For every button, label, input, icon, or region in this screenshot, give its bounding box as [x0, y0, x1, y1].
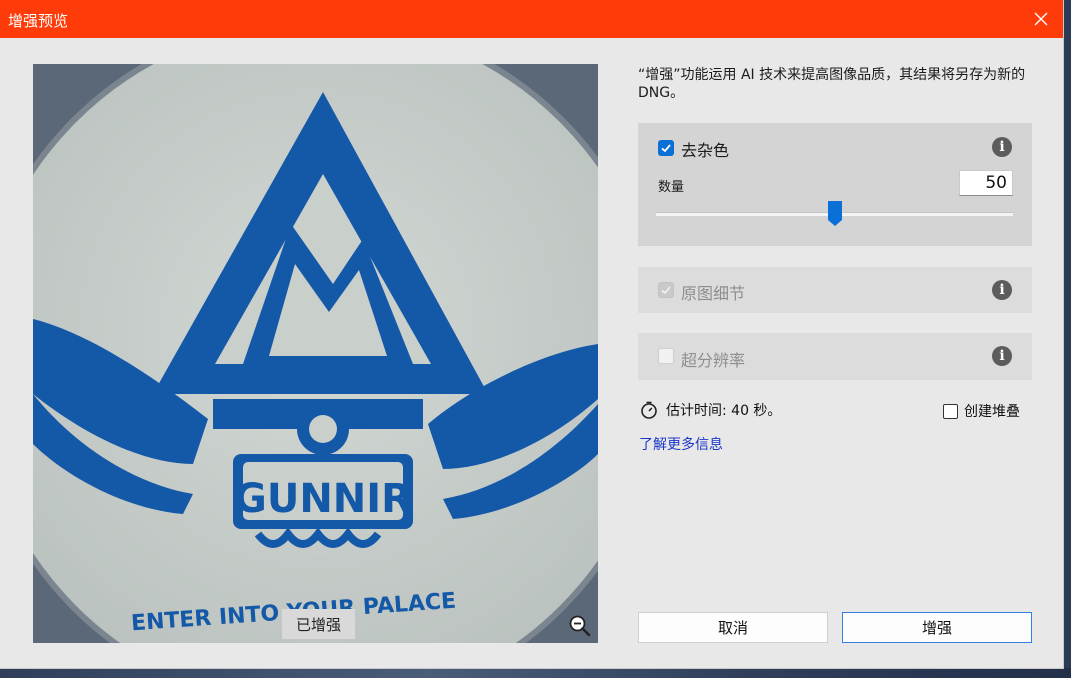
zoom-out-icon	[569, 615, 591, 637]
image-preview[interactable]: GUNNIR ENTER INTO YOUR PALACE 已增强	[33, 64, 598, 643]
raw-details-label: 原图细节	[681, 284, 746, 303]
enhance-preview-dialog: 增强预览 GUNNIR ENTER INTO PALACE 已增强 “增强”功能…	[0, 0, 1063, 668]
create-stack-option[interactable]: 创建堆叠	[943, 401, 1020, 421]
background-strip	[0, 668, 1071, 678]
close-icon	[1034, 12, 1048, 26]
zoom-out-button[interactable]	[568, 614, 592, 638]
denoise-label: 去杂色	[681, 141, 730, 160]
raw-details-checkbox[interactable]	[658, 282, 674, 298]
denoise-checkbox[interactable]	[658, 140, 674, 156]
super-resolution-checkbox[interactable]	[658, 348, 674, 364]
estimated-time-text: 估计时间: 40 秒。	[666, 403, 782, 419]
close-button[interactable]	[1019, 0, 1063, 38]
create-stack-checkbox[interactable]	[943, 403, 958, 419]
denoise-panel: 去杂色 i 数量 50	[638, 123, 1032, 246]
info-icon[interactable]: i	[992, 280, 1012, 300]
estimated-time: 估计时间: 40 秒。	[640, 400, 781, 420]
checkmark-icon	[661, 144, 671, 153]
amount-label: 数量	[658, 180, 685, 195]
raw-details-panel: 原图细节 i	[638, 267, 1032, 313]
amount-input[interactable]: 50	[959, 170, 1013, 196]
info-icon[interactable]: i	[992, 137, 1012, 157]
enhance-button[interactable]: 增强	[842, 612, 1032, 643]
dialog-title: 增强预览	[8, 12, 69, 30]
learn-more-link[interactable]: 了解更多信息	[639, 434, 723, 454]
logo-word: GUNNIR	[234, 476, 412, 522]
feature-description: “增强”功能运用 AI 技术来提高图像品质，其结果将另存为新的 DNG。	[638, 67, 1026, 101]
create-stack-label: 创建堆叠	[964, 404, 1020, 420]
super-resolution-label: 超分辨率	[681, 351, 746, 370]
checkmark-icon	[661, 286, 671, 295]
stopwatch-icon	[641, 401, 657, 419]
info-icon[interactable]: i	[992, 346, 1012, 366]
super-resolution-panel: 超分辨率 i	[638, 333, 1032, 380]
cancel-button[interactable]: 取消	[638, 612, 828, 643]
preview-image: GUNNIR ENTER INTO YOUR PALACE	[33, 64, 598, 643]
title-bar: 增强预览	[0, 0, 1063, 38]
amount-slider-thumb[interactable]	[827, 201, 842, 227]
enhanced-badge: 已增强	[282, 609, 355, 639]
